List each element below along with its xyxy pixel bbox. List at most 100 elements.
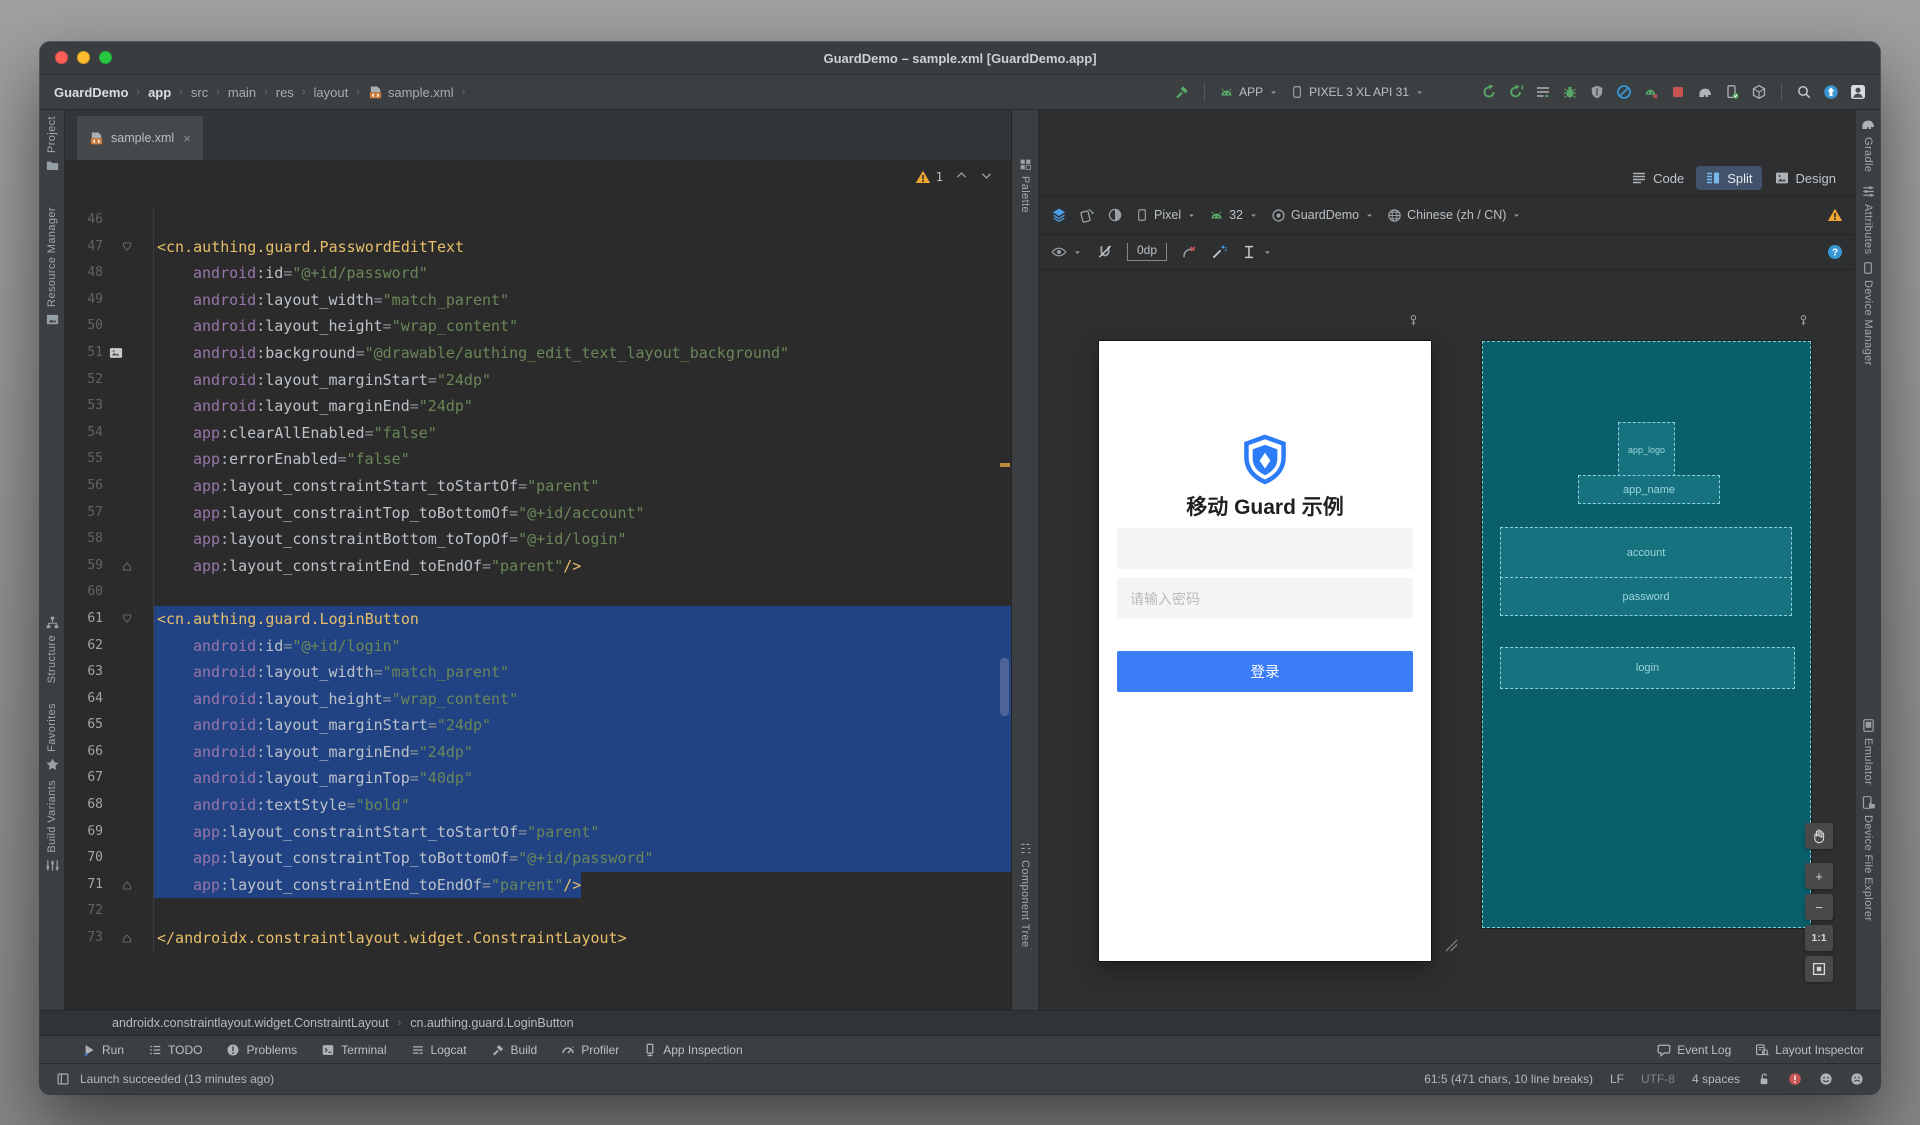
- tool-window-button-profiler[interactable]: Profiler: [561, 1043, 619, 1057]
- sidebar-item-device-manager[interactable]: Device Manager: [1861, 261, 1875, 366]
- render-warning-button[interactable]: [1827, 207, 1843, 223]
- breadcrumb-item-app[interactable]: app: [148, 85, 171, 100]
- smile-icon[interactable]: [1819, 1072, 1833, 1086]
- canvas-resize-handle[interactable]: [1444, 938, 1459, 953]
- tool-window-button-logcat[interactable]: Logcat: [411, 1043, 467, 1057]
- code-line-46[interactable]: 46: [65, 207, 1011, 234]
- login-button[interactable]: 登录: [1117, 651, 1413, 692]
- pan-button[interactable]: [1805, 823, 1833, 849]
- breadcrumb-item-res[interactable]: res: [276, 85, 294, 100]
- tool-window-button-layout-inspector[interactable]: Layout Inspector: [1755, 1043, 1864, 1057]
- code-line-69[interactable]: 69 app:layout_constraintStart_toStartOf="…: [65, 818, 1011, 846]
- next-warning-button[interactable]: [980, 169, 993, 185]
- design-surface-button[interactable]: [1051, 207, 1067, 223]
- view-mode-split[interactable]: Split: [1696, 166, 1762, 190]
- fold-marker[interactable]: [121, 560, 133, 572]
- titlebar[interactable]: GuardDemo – sample.xml [GuardDemo.app]: [40, 42, 1880, 75]
- code-line-48[interactable]: 48 android:id="@+id/password": [65, 260, 1011, 287]
- sidebar-item-resource-manager[interactable]: Resource Manager: [45, 207, 60, 327]
- sidebar-item-structure[interactable]: Structure: [45, 615, 60, 683]
- code-line-50[interactable]: 50 android:layout_height="wrap_content": [65, 313, 1011, 340]
- infer-constraints-button[interactable]: [1211, 244, 1228, 260]
- file-encoding[interactable]: UTF-8: [1641, 1072, 1675, 1086]
- app-name-text[interactable]: 移动 Guard 示例: [1099, 491, 1431, 521]
- account-input[interactable]: [1117, 528, 1413, 569]
- orientation-button[interactable]: [1079, 207, 1095, 223]
- profile-avatar-button[interactable]: [1850, 84, 1866, 100]
- password-input[interactable]: 请输入密码: [1117, 578, 1413, 619]
- stop-button[interactable]: [1670, 84, 1686, 100]
- blueprint-box-app_logo[interactable]: app_logo: [1618, 422, 1675, 477]
- run-config-select[interactable]: APP: [1219, 85, 1279, 100]
- tool-window-button-app-inspection[interactable]: App Inspection: [643, 1043, 743, 1057]
- sidebar-item-gradle[interactable]: Gradle: [1860, 116, 1876, 172]
- code-line-49[interactable]: 49 android:layout_width="match_parent": [65, 286, 1011, 314]
- view-mode-design[interactable]: Design: [1765, 166, 1845, 190]
- breadcrumb-item-layout[interactable]: layout: [313, 85, 348, 100]
- blueprint-box-app_name[interactable]: app_name: [1578, 475, 1720, 504]
- previous-warning-button[interactable]: [955, 169, 968, 185]
- fold-marker[interactable]: [121, 241, 133, 253]
- xml-breadcrumb-item[interactable]: cn.authing.guard.LoginButton: [410, 1016, 573, 1030]
- lock-icon[interactable]: [1757, 1072, 1771, 1086]
- attach-profiler-button[interactable]: [1643, 84, 1659, 100]
- code-line-70[interactable]: 70 app:layout_constraintTop_toBottomOf="@…: [65, 845, 1011, 872]
- code-line-55[interactable]: 55 app:errorEnabled="false": [65, 446, 1011, 473]
- avd-manager-button[interactable]: [1751, 84, 1767, 100]
- tool-window-button-build[interactable]: Build: [491, 1043, 537, 1057]
- help-button[interactable]: ?: [1827, 244, 1843, 260]
- apply-code-changes-button[interactable]: [1508, 84, 1524, 100]
- sidebar-item-project[interactable]: Project: [45, 116, 60, 173]
- zoom-in-button[interactable]: +: [1805, 863, 1833, 889]
- tool-window-button-terminal[interactable]: Terminal: [321, 1043, 387, 1057]
- zoom-window-button[interactable]: [99, 51, 112, 64]
- autoconnect-off-button[interactable]: [1097, 244, 1113, 260]
- sidebar-item-emulator[interactable]: Emulator: [1861, 718, 1876, 785]
- frown-icon[interactable]: [1850, 1072, 1864, 1086]
- breadcrumb-item-src[interactable]: src: [191, 85, 208, 100]
- code-line-73[interactable]: 73 </androidx.constraintlayout.widget.Con…: [65, 925, 1011, 952]
- code-line-72[interactable]: 72: [65, 898, 1011, 926]
- code-line-63[interactable]: 63 android:layout_width="match_parent": [65, 659, 1011, 686]
- tool-window-button-problems[interactable]: Problems: [226, 1043, 297, 1057]
- code-line-65[interactable]: 65 android:layout_marginStart="24dp": [65, 712, 1011, 739]
- tool-window-toggle-icon[interactable]: [56, 1072, 70, 1086]
- code-line-53[interactable]: 53 android:layout_marginEnd="24dp": [65, 393, 1011, 420]
- indent-setting[interactable]: 4 spaces: [1692, 1072, 1740, 1086]
- run-menu-button[interactable]: [1535, 84, 1551, 100]
- search-everywhere-button[interactable]: [1796, 84, 1812, 100]
- blueprint-box-login[interactable]: login: [1500, 647, 1795, 689]
- default-margin-selector[interactable]: 0dp: [1127, 243, 1168, 261]
- tool-window-button-run[interactable]: Run: [82, 1043, 124, 1057]
- fold-marker[interactable]: [121, 932, 133, 944]
- device-select[interactable]: PIXEL 3 XL API 31: [1290, 85, 1425, 99]
- run-apply-changes-button[interactable]: [1481, 84, 1497, 100]
- updates-button[interactable]: [1823, 84, 1839, 100]
- warning-stripe-mark[interactable]: [1000, 463, 1010, 467]
- minimize-window-button[interactable]: [77, 51, 90, 64]
- attach-debugger-button[interactable]: [1589, 84, 1605, 100]
- sidebar-item-build-variants[interactable]: Build Variants: [45, 780, 60, 873]
- code-line-52[interactable]: 52 android:layout_marginStart="24dp": [65, 366, 1011, 394]
- code-editor[interactable]: 46 47 <cn.authing.guard.PasswordEditText 48…: [65, 161, 1011, 1010]
- panel-tab-palette[interactable]: Palette: [1019, 158, 1032, 213]
- layout-preview[interactable]: 移动 Guard 示例 请输入密码 登录: [1099, 341, 1431, 961]
- debug-button[interactable]: [1562, 84, 1578, 100]
- code-line-51[interactable]: 51 android:background="@drawable/authing_…: [65, 339, 1011, 367]
- code-line-66[interactable]: 66 android:layout_marginEnd="24dp": [65, 738, 1011, 766]
- close-window-button[interactable]: [55, 51, 68, 64]
- design-surface[interactable]: 移动 Guard 示例 请输入密码 登录 app_logo app_name acc…: [1039, 270, 1855, 1010]
- panel-tab-component-tree[interactable]: Component Tree: [1019, 842, 1032, 948]
- breadcrumb-item-sample.xml[interactable]: sample.xml: [368, 85, 454, 100]
- device-select-select[interactable]: Pixel: [1135, 208, 1197, 222]
- view-mode-code[interactable]: Code: [1622, 166, 1693, 190]
- caret-position[interactable]: 61:5 (471 chars, 10 line breaks): [1424, 1072, 1593, 1086]
- clear-constraints-button[interactable]: [1181, 244, 1197, 260]
- build-hammer-button[interactable]: [1174, 84, 1190, 100]
- code-line-56[interactable]: 56 app:layout_constraintStart_toStartOf="…: [65, 472, 1011, 500]
- zoom-out-button[interactable]: −: [1805, 894, 1833, 920]
- zoom-ratio-button[interactable]: 1:1: [1805, 925, 1833, 951]
- blueprint-preview[interactable]: app_logo app_name account password login: [1482, 341, 1811, 928]
- align-button[interactable]: [1241, 244, 1273, 260]
- sidebar-item-attributes[interactable]: Attributes: [1861, 184, 1876, 255]
